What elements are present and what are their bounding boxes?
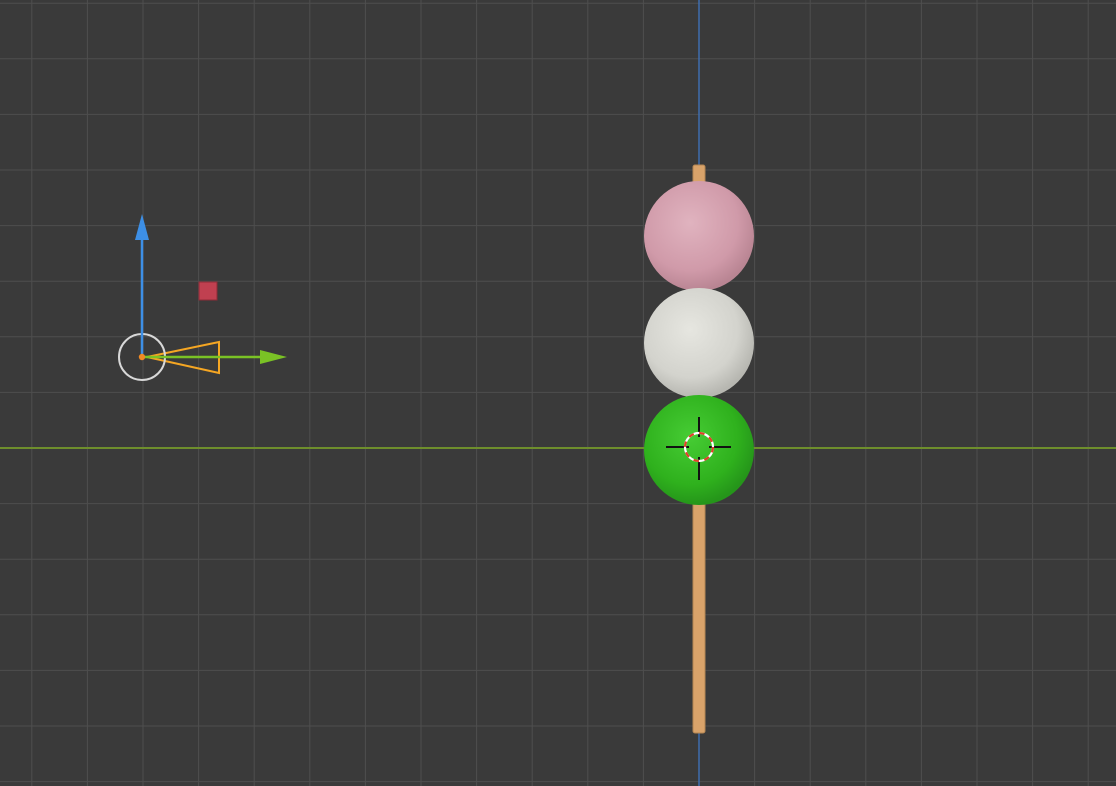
origin-dot — [138, 353, 146, 361]
z-arrow-icon — [135, 214, 149, 240]
y-arrow-icon — [260, 350, 287, 364]
3d-viewport[interactable] — [0, 0, 1116, 786]
dango-white-sphere[interactable] — [644, 288, 754, 398]
dango-green-sphere[interactable] — [644, 395, 754, 505]
dango-pink-sphere[interactable] — [644, 181, 754, 291]
light-object[interactable] — [198, 281, 218, 301]
viewport-grid — [0, 0, 1116, 786]
